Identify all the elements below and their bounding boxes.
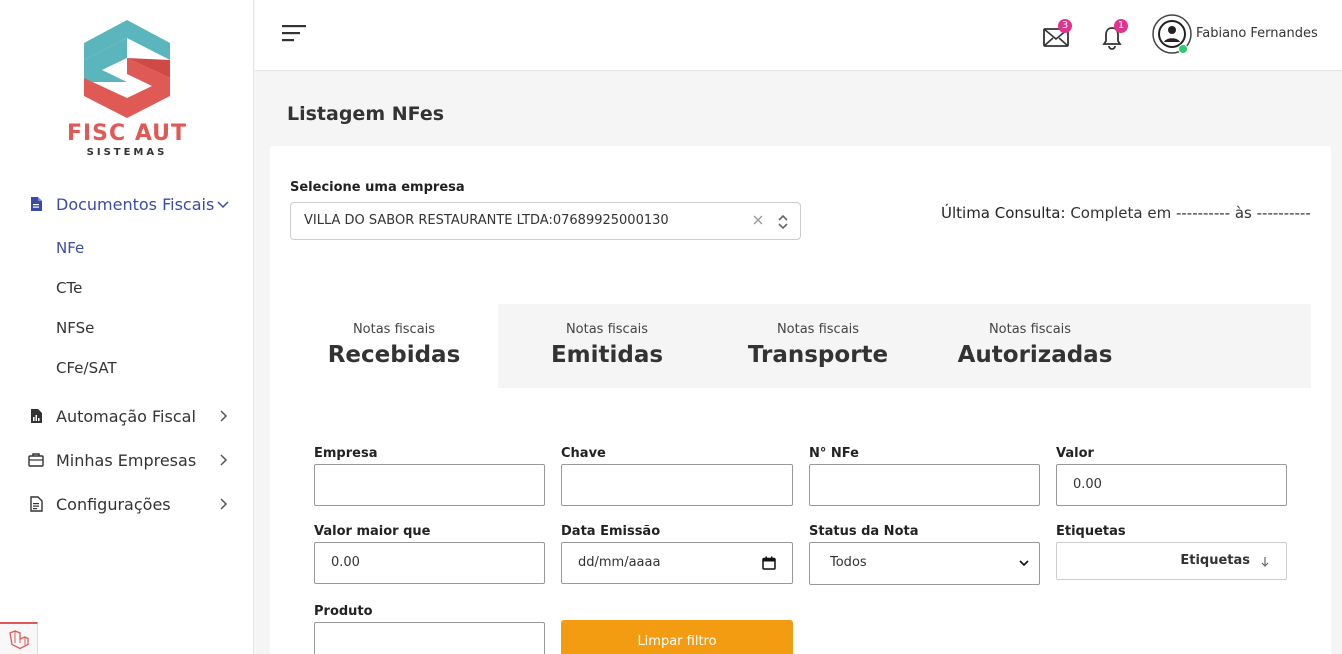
sidebar-item-nfse[interactable]: NFSe [56, 319, 94, 337]
brand-subtitle: SISTEMAS [86, 147, 168, 158]
laravel-icon [8, 630, 29, 649]
mail-count-badge: 3 [1058, 19, 1072, 33]
tab-big-label: Emitidas [550, 342, 664, 368]
document-icon [31, 197, 42, 211]
etiquetas-button-label: Etiquetas [1180, 553, 1250, 568]
clear-filter-button[interactable]: Limpar filtro [561, 620, 793, 654]
sidebar-group-minhas-empresas[interactable]: Minhas Empresas [0, 442, 254, 478]
nfe-number-label: N° NFe [809, 446, 859, 461]
tab-small-label: Notas fiscais [352, 322, 436, 337]
user-name[interactable]: Fabiano Fernandes [1196, 26, 1318, 41]
sidebar-item-cte[interactable]: CTe [56, 279, 82, 297]
tab-small-label: Notas fiscais [776, 322, 860, 337]
last-query-value: Completa em ---------- às ---------- [1070, 204, 1311, 222]
tab-big-label: Recebidas [327, 342, 461, 368]
sidebar-item-nfe[interactable]: NFe [56, 239, 84, 257]
nfe-number-input[interactable] [809, 464, 1040, 506]
etiquetas-dropdown[interactable]: Etiquetas [1056, 542, 1287, 580]
chave-label: Chave [561, 446, 606, 461]
fiscaut-logo[interactable]: FISC AUT SISTEMAS [62, 18, 192, 160]
topbar: 3 1 Fabiano Fernandes [255, 0, 1342, 71]
chevron-right-icon [220, 410, 228, 422]
brand-name: FISC AUT [66, 121, 188, 146]
date-placeholder: dd/mm/aaaa [578, 555, 661, 570]
chevron-down-icon [217, 201, 229, 209]
file-settings-icon [30, 496, 43, 512]
sidebar-group-configuracoes[interactable]: Configurações [0, 486, 254, 522]
tab-big-label: Transporte [747, 342, 889, 368]
tab-recebidas[interactable]: Notas fiscais Recebidas [290, 304, 498, 388]
company-select-value: VILLA DO SABOR RESTAURANTE LTDA:07689925… [304, 213, 669, 228]
sidebar: FISC AUT SISTEMAS Documentos Fiscais NFe… [0, 0, 254, 654]
status-nota-value: Todos [830, 555, 867, 570]
tab-big-label: Autorizadas [957, 342, 1113, 368]
sidebar-group-label: Documentos Fiscais [56, 194, 215, 214]
data-emissao-input[interactable]: dd/mm/aaaa [561, 542, 793, 584]
company-select-label: Selecione uma empresa [290, 180, 465, 195]
clear-icon[interactable] [751, 213, 765, 227]
sidebar-item-cfe-sat[interactable]: CFe/SAT [56, 359, 117, 377]
valor-maior-label: Valor maior que [314, 524, 431, 539]
chevron-right-icon [220, 498, 228, 510]
last-query: Última Consulta: Completa em ---------- … [941, 204, 1311, 222]
etiquetas-label: Etiquetas [1056, 524, 1126, 539]
updown-chevron-icon [778, 214, 788, 230]
company-select[interactable]: VILLA DO SABOR RESTAURANTE LTDA:07689925… [290, 202, 801, 240]
arrow-down-icon [1261, 557, 1269, 567]
valor-label: Valor [1056, 446, 1094, 461]
menu-toggle-icon[interactable] [282, 24, 306, 42]
data-emissao-label: Data Emissão [561, 524, 661, 539]
last-query-label: Última Consulta: [941, 204, 1066, 222]
chevron-right-icon [220, 454, 228, 466]
debugbar-toggle[interactable] [0, 622, 38, 654]
tab-autorizadas[interactable]: Notas fiscais Autorizadas [926, 304, 1134, 388]
empresa-input[interactable] [314, 464, 545, 506]
status-nota-select[interactable]: Todos [809, 542, 1040, 585]
sidebar-group-label: Automação Fiscal [56, 406, 196, 426]
produto-input[interactable] [314, 622, 545, 654]
tab-small-label: Notas fiscais [988, 322, 1072, 337]
notification-count-badge: 1 [1114, 19, 1128, 33]
status-nota-label: Status da Nota [809, 524, 919, 539]
tab-emitidas[interactable]: Notas fiscais Emitidas [502, 304, 712, 388]
tab-transporte[interactable]: Notas fiscais Transporte [714, 304, 922, 388]
empresa-label: Empresa [314, 446, 378, 461]
page-title: Listagem NFes [287, 103, 445, 125]
chevron-down-icon [1019, 560, 1029, 567]
logo-mark-icon [84, 20, 170, 118]
valor-input[interactable]: 0.00 [1056, 464, 1287, 506]
calendar-icon[interactable] [762, 556, 776, 570]
online-status-dot [1178, 44, 1188, 54]
chave-input[interactable] [561, 464, 793, 506]
document-tabs: Notas fiscais Recebidas Notas fiscais Em… [290, 304, 1311, 388]
tab-small-label: Notas fiscais [565, 322, 649, 337]
sidebar-group-label: Minhas Empresas [56, 450, 197, 470]
sidebar-group-documentos-fiscais[interactable]: Documentos Fiscais [0, 186, 254, 222]
briefcase-icon [28, 453, 44, 467]
produto-label: Produto [314, 604, 373, 619]
sidebar-group-label: Configurações [56, 494, 171, 514]
valor-maior-input[interactable]: 0.00 [314, 542, 545, 584]
file-chart-icon [31, 409, 42, 423]
sidebar-group-automacao-fiscal[interactable]: Automação Fiscal [0, 398, 254, 434]
